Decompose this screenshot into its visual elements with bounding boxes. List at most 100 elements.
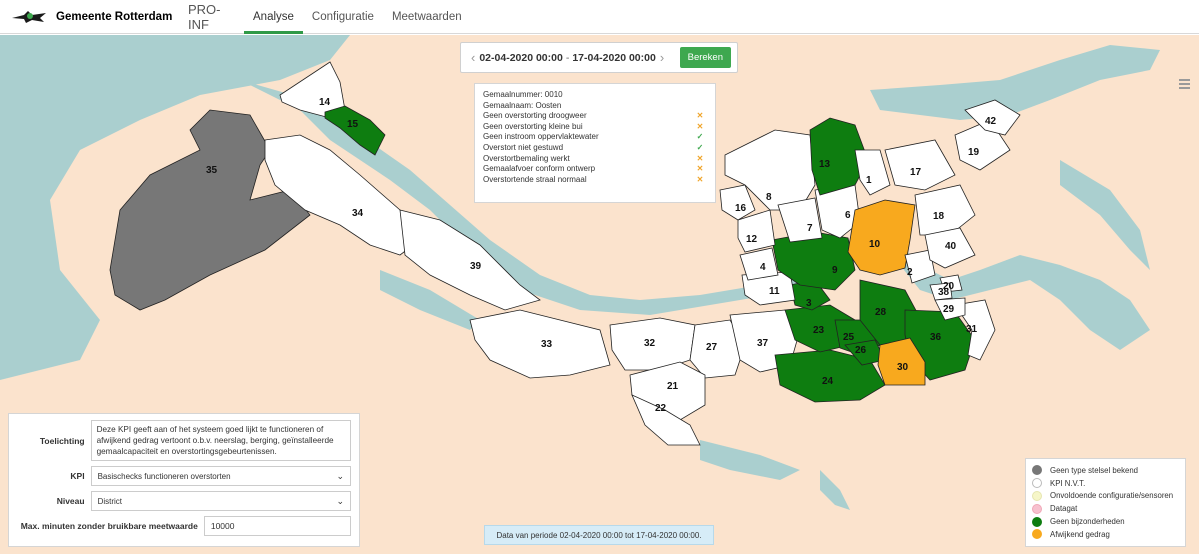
legend-item: Afwijkend gedrag xyxy=(1032,528,1179,541)
label-37: 37 xyxy=(757,338,769,349)
label-6: 6 xyxy=(845,210,851,221)
label-9: 9 xyxy=(832,265,838,276)
label-32: 32 xyxy=(644,338,656,349)
district-1[interactable] xyxy=(854,149,891,196)
kpi-selected-value: Basischecks functioneren overstorten xyxy=(97,471,231,481)
info-row: Gemaalnummer: 0010 xyxy=(483,90,563,99)
pumping-station-popup: Gemaalnummer: 0010 Gemaalnaam: Oosten Ge… xyxy=(474,83,716,203)
district-33[interactable] xyxy=(469,309,611,379)
info-row: Gemaalnaam: Oosten xyxy=(483,100,562,110)
period-selector: ‹ 02-04-2020 00:00 - 17-04-2020 00:00 › … xyxy=(460,42,738,73)
district-17[interactable] xyxy=(884,139,956,191)
map-menu-icon[interactable] xyxy=(1179,79,1190,89)
legend-swatch xyxy=(1032,503,1042,514)
niveau-select[interactable]: District ⌄ xyxy=(90,491,351,511)
info-row: Overstortbemaling werkt ✕ xyxy=(483,154,707,165)
map-legend: Geen type stelsel bekend KPI N.V.T. Onvo… xyxy=(1025,458,1186,547)
brand[interactable]: Gemeente Rotterdam xyxy=(0,0,182,33)
label-14: 14 xyxy=(319,97,331,108)
tab-meetwaarden[interactable]: Meetwaarden xyxy=(383,0,471,33)
chevron-down-icon: ⌄ xyxy=(336,470,344,481)
product-name: PRO-INF xyxy=(188,1,221,32)
period-start[interactable]: 02-04-2020 00:00 xyxy=(479,52,562,64)
toelichting-text: Deze KPI geeft aan of het systeem goed l… xyxy=(90,420,351,461)
cross-icon: ✕ xyxy=(696,174,704,184)
label-39: 39 xyxy=(470,261,482,272)
label-29: 29 xyxy=(943,304,955,315)
district-34[interactable] xyxy=(264,134,421,256)
period-end[interactable]: 17-04-2020 00:00 xyxy=(572,52,655,64)
period-separator: - xyxy=(565,51,570,64)
toelichting-row: Toelichting Deze KPI geeft aan of het sy… xyxy=(17,420,351,461)
settings-panel: Toelichting Deze KPI geeft aan of het sy… xyxy=(8,413,360,547)
cross-icon: ✕ xyxy=(696,111,704,121)
chevron-down-icon: ⌄ xyxy=(336,495,344,506)
top-navigation-bar: Gemeente Rotterdam PRO-INF Analyse Confi… xyxy=(0,0,1199,34)
info-row: Geen overstorting kleine bui ✕ xyxy=(483,122,707,133)
label-4: 4 xyxy=(760,262,766,273)
cross-icon: ✕ xyxy=(696,153,704,163)
label-42: 42 xyxy=(985,116,997,127)
next-period-icon[interactable]: › xyxy=(656,50,668,65)
info-row: Overstort niet gestuwd ✓ xyxy=(483,143,707,154)
cross-icon: ✕ xyxy=(696,121,704,131)
label-18: 18 xyxy=(933,211,945,222)
label-26: 26 xyxy=(855,345,867,356)
label-11: 11 xyxy=(769,286,780,297)
label-12: 12 xyxy=(746,234,758,245)
district-10[interactable] xyxy=(847,199,916,276)
label-8: 8 xyxy=(766,192,772,203)
rotterdam-logo-icon xyxy=(12,10,46,23)
legend-swatch xyxy=(1032,478,1042,489)
max-minutes-row: Max. minuten zonder bruikbare meetwaarde… xyxy=(17,516,351,536)
niveau-row: Niveau District ⌄ xyxy=(17,491,351,511)
info-row: Gemaalafvoer conform ontwerp ✕ xyxy=(483,164,707,175)
label-40: 40 xyxy=(945,241,957,252)
label-31: 31 xyxy=(966,324,978,335)
info-row: Overstortende straal normaal ✕ xyxy=(483,175,707,186)
tab-analyse[interactable]: Analyse xyxy=(244,0,303,34)
municipality-name: Gemeente Rotterdam xyxy=(56,10,173,23)
label-1: 1 xyxy=(866,175,872,186)
label-19: 19 xyxy=(968,147,980,158)
label-21: 21 xyxy=(667,381,679,392)
legend-swatch xyxy=(1032,490,1042,501)
legend-item: Onvoldoende configuratie/sensoren xyxy=(1032,490,1179,503)
status-message: Data van periode 02-04-2020 00:00 tot 17… xyxy=(484,525,714,545)
previous-period-icon[interactable]: ‹ xyxy=(467,50,479,65)
legend-item: Geen bijzonderheden xyxy=(1032,515,1179,528)
label-15: 15 xyxy=(347,119,359,130)
niveau-selected-value: District xyxy=(97,496,123,506)
label-3: 3 xyxy=(806,298,812,309)
calculate-button[interactable]: Bereken xyxy=(679,47,731,68)
info-row: Geen instroom oppervlaktewater ✓ xyxy=(483,132,707,143)
cross-icon: ✕ xyxy=(696,164,704,174)
label-10: 10 xyxy=(869,239,881,250)
label-25: 25 xyxy=(843,332,855,343)
district-18[interactable] xyxy=(914,184,976,236)
label-17: 17 xyxy=(910,167,922,178)
kpi-row: KPI Basischecks functioneren overstorten… xyxy=(17,466,351,486)
district-7[interactable] xyxy=(777,197,823,243)
check-icon: ✓ xyxy=(696,132,704,142)
legend-swatch xyxy=(1032,529,1042,540)
tab-configuratie[interactable]: Configuratie xyxy=(303,0,383,33)
info-row: Geen overstorting droogweer ✕ xyxy=(483,111,707,122)
label-27: 27 xyxy=(706,342,718,353)
legend-swatch xyxy=(1032,465,1042,476)
label-28: 28 xyxy=(875,307,887,318)
kpi-label: KPI xyxy=(70,471,85,481)
label-13: 13 xyxy=(819,159,831,170)
max-minutes-input[interactable]: 10000 xyxy=(203,516,351,536)
niveau-label: Niveau xyxy=(56,496,85,506)
check-icon: ✓ xyxy=(696,142,704,152)
toelichting-label: Toelichting xyxy=(39,435,85,446)
kpi-select[interactable]: Basischecks functioneren overstorten ⌄ xyxy=(90,466,351,486)
label-38: 38 xyxy=(938,287,950,298)
legend-item: Datagat xyxy=(1032,502,1179,515)
label-7: 7 xyxy=(807,223,813,234)
label-35: 35 xyxy=(206,165,218,176)
legend-item: Geen type stelsel bekend xyxy=(1032,464,1179,477)
label-16: 16 xyxy=(735,203,747,214)
label-2: 2 xyxy=(907,267,913,278)
